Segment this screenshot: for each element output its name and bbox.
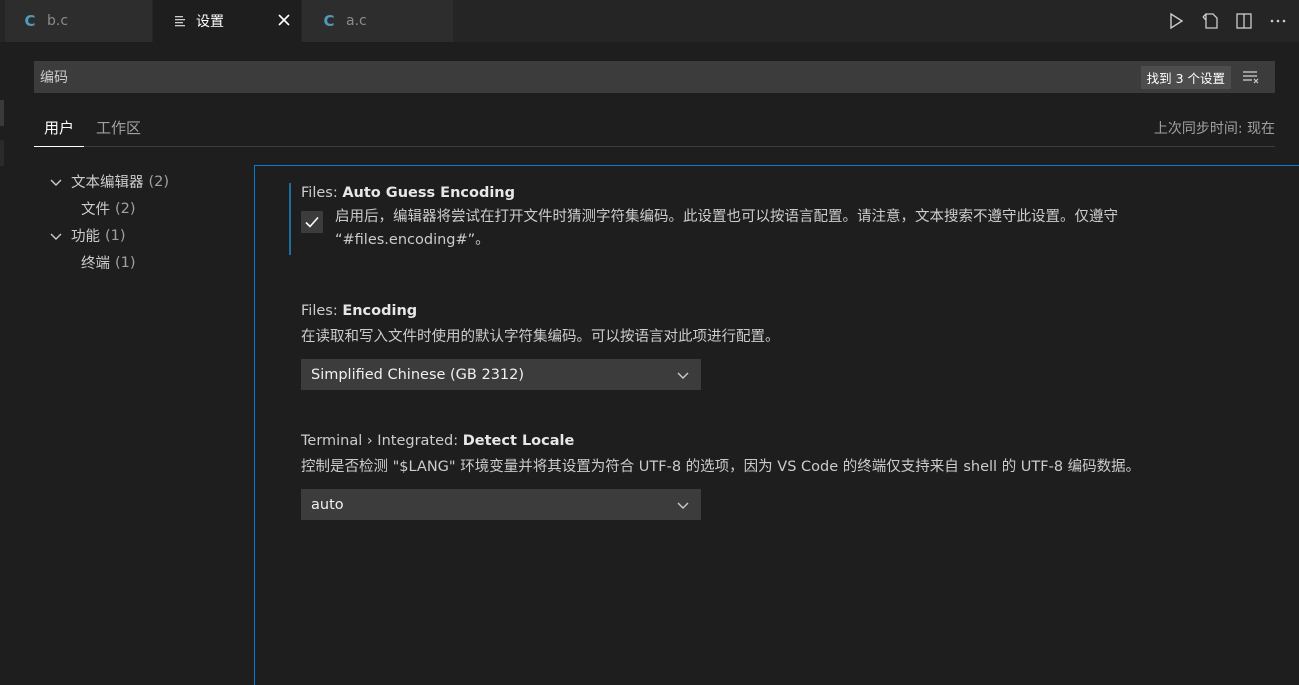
toc-label: 文件: [81, 202, 110, 218]
toc-item-files[interactable]: 文件 (2): [48, 195, 248, 222]
setting-category: Files:: [301, 185, 343, 201]
more-actions-icon[interactable]: [1267, 10, 1289, 32]
activity-edge: [0, 42, 4, 670]
setting-title: Files: Encoding: [301, 301, 1251, 323]
setting-title: Terminal › Integrated: Detect Locale: [301, 431, 1251, 453]
editor-tab-bar: C b.c 设置 C a.c: [0, 0, 1299, 42]
tab-label: b.c: [47, 13, 69, 29]
setting-title: Files: Auto Guess Encoding: [301, 183, 1251, 205]
toc-count: (2): [115, 200, 136, 217]
check-icon: [305, 216, 319, 228]
open-settings-json-icon[interactable]: [1199, 10, 1221, 32]
sync-status: 上次同步时间: 现在: [1153, 121, 1275, 137]
chevron-down-icon: [48, 228, 64, 244]
setting-description-cont: “#files.encoding#”。: [335, 232, 490, 248]
setting-detect-locale: Terminal › Integrated: Detect Locale 控制是…: [301, 431, 1251, 520]
setting-description: 在读取和写入文件时使用的默认字符集编码。可以按语言对此项进行配置。: [301, 329, 780, 345]
setting-name: Encoding: [342, 303, 418, 319]
tab-user[interactable]: 用户: [34, 118, 85, 147]
encoding-select[interactable]: Simplified Chinese (GB 2312): [301, 359, 701, 390]
toc-label: 终端: [81, 256, 110, 272]
toc-count: (1): [115, 254, 136, 271]
edge-mark: [0, 100, 4, 126]
editor-actions: [1165, 9, 1289, 33]
toc-label: 功能: [71, 229, 100, 245]
settings-list-panel: Files: Auto Guess Encoding 启用后，编辑器将尝试在打开…: [254, 165, 1299, 685]
toc-item-text-editor[interactable]: 文本编辑器 (2): [48, 168, 248, 195]
setting-category: Files:: [301, 303, 343, 319]
edge-mark: [0, 140, 4, 166]
toc-count: (1): [105, 227, 126, 244]
setting-description: 启用后，编辑器将尝试在打开文件时猜测字符集编码。此设置也可以按语言配置。请注意，…: [335, 209, 1118, 225]
toc-label: 文本编辑器: [71, 175, 144, 191]
tab-b-c[interactable]: C b.c: [5, 0, 152, 42]
c-file-icon: C: [24, 12, 36, 30]
tab-label: a.c: [346, 13, 367, 29]
chevron-down-icon: [677, 372, 689, 379]
tab-workspace[interactable]: 工作区: [86, 118, 151, 146]
setting-description: 控制是否检测 "$LANG" 环境变量并将其设置为符合 UTF-8 的选项，因为…: [301, 459, 1141, 475]
toc-count: (2): [148, 173, 170, 190]
setting-encoding: Files: Encoding 在读取和写入文件时使用的默认字符集编码。可以按语…: [301, 301, 1251, 390]
settings-scope-tabs: 用户 工作区 上次同步时间: 现在: [34, 114, 1275, 147]
c-file-icon: C: [323, 12, 335, 30]
auto-guess-checkbox[interactable]: [301, 211, 323, 233]
tab-settings[interactable]: 设置: [153, 0, 301, 42]
setting-category: Terminal › Integrated:: [301, 433, 463, 449]
select-value: auto: [311, 496, 344, 513]
setting-name: Detect Locale: [462, 433, 575, 449]
tab-label: 设置: [196, 14, 224, 30]
detect-locale-select[interactable]: auto: [301, 489, 701, 520]
chevron-down-icon: [677, 502, 689, 509]
setting-name: Auto Guess Encoding: [342, 185, 516, 201]
close-icon[interactable]: [275, 11, 293, 29]
search-input[interactable]: [34, 61, 1141, 93]
toc-item-features[interactable]: 功能 (1): [48, 222, 248, 249]
select-value: Simplified Chinese (GB 2312): [311, 366, 525, 383]
result-count-badge: 找到 3 个设置: [1140, 65, 1231, 89]
settings-toc: 文本编辑器 (2) 文件 (2) 功能 (1) 终端 (1): [48, 168, 248, 276]
setting-auto-guess-encoding: Files: Auto Guess Encoding 启用后，编辑器将尝试在打开…: [289, 183, 1251, 255]
split-editor-icon[interactable]: [1233, 10, 1255, 32]
tab-a-c[interactable]: C a.c: [302, 0, 453, 42]
chevron-down-icon: [48, 174, 64, 190]
toc-item-terminal[interactable]: 终端 (1): [48, 249, 248, 276]
run-icon[interactable]: [1165, 10, 1187, 32]
settings-file-icon: [173, 14, 187, 28]
clear-filter-icon[interactable]: [1241, 67, 1261, 87]
settings-search-bar: 找到 3 个设置: [34, 61, 1275, 93]
